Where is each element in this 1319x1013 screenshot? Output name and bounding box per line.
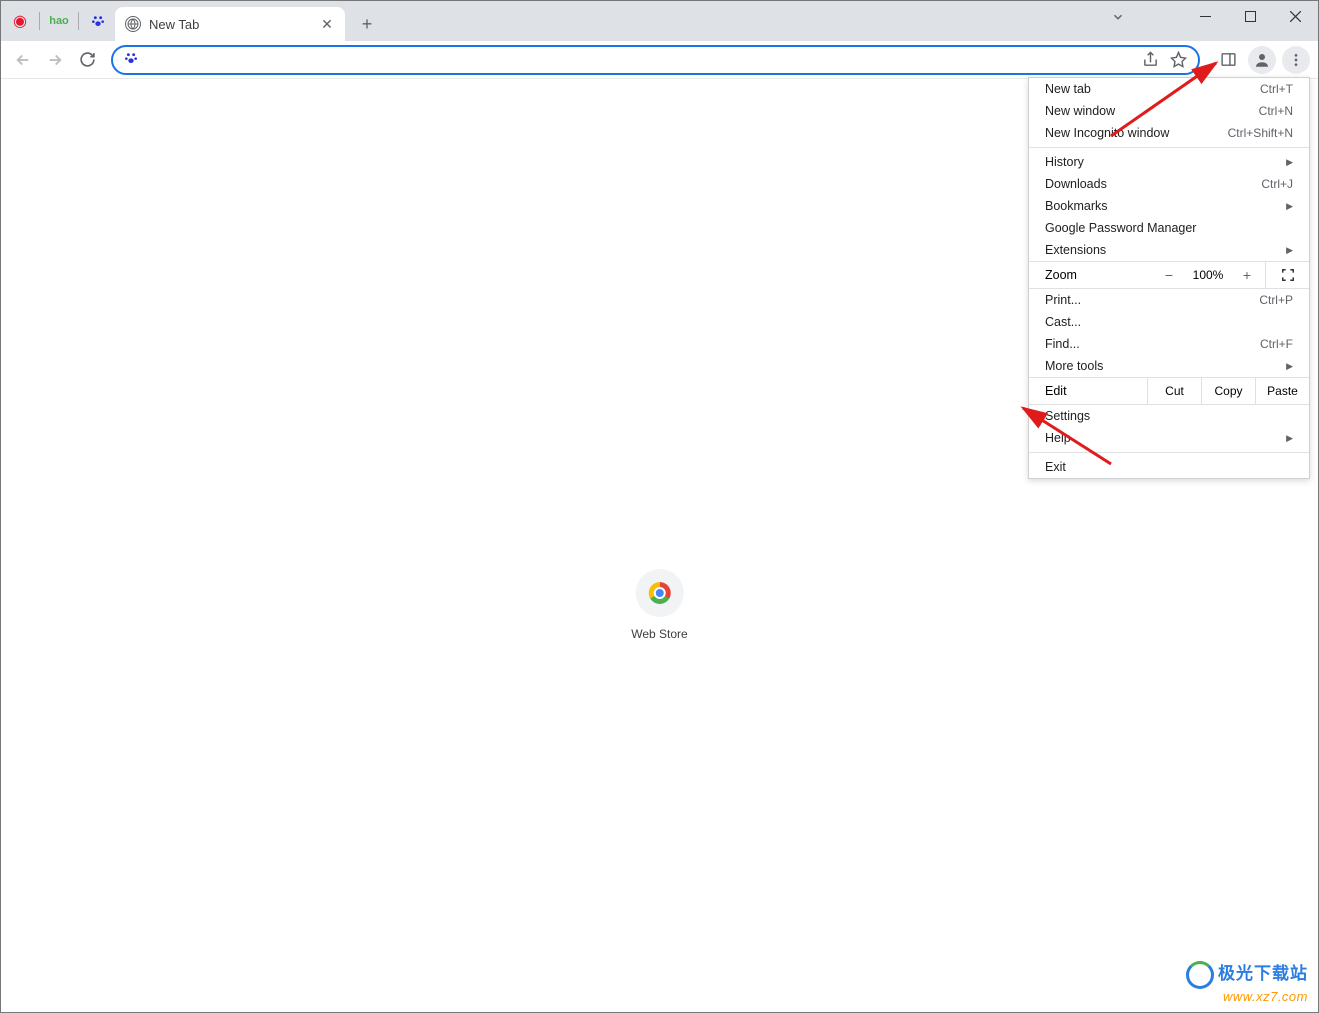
cut-button[interactable]: Cut: [1147, 378, 1201, 404]
menu-settings[interactable]: Settings: [1029, 405, 1309, 427]
menu-more-tools[interactable]: More tools ▶: [1029, 355, 1309, 377]
menu-shortcut: Ctrl+P: [1259, 293, 1293, 307]
menu-label: Cast...: [1045, 315, 1081, 329]
paw-icon: [123, 50, 139, 69]
chevron-right-icon: ▶: [1286, 157, 1293, 168]
chevron-right-icon: ▶: [1286, 201, 1293, 212]
menu-zoom-row: Zoom − 100% +: [1029, 261, 1309, 289]
paste-button[interactable]: Paste: [1255, 378, 1309, 404]
menu-label: History: [1045, 155, 1084, 169]
menu-shortcut: Ctrl+N: [1259, 104, 1293, 118]
menu-label: Exit: [1045, 460, 1066, 474]
zoom-label: Zoom: [1029, 268, 1151, 282]
zoom-out-button[interactable]: −: [1151, 267, 1187, 283]
menu-shortcut: Ctrl+T: [1260, 82, 1293, 96]
menu-label: Help: [1045, 431, 1071, 445]
watermark-url: www.xz7.com: [1186, 989, 1308, 1004]
menu-divider: [1029, 147, 1309, 148]
watermark-brand: 极光下载站: [1186, 959, 1308, 989]
close-window-button[interactable]: [1273, 1, 1318, 31]
menu-shortcut: Ctrl+J: [1261, 177, 1293, 191]
shortcut-label: Web Store: [631, 627, 687, 641]
forward-button[interactable]: [41, 46, 69, 74]
chrome-menu-dropdown: New tab Ctrl+T New window Ctrl+N New Inc…: [1028, 77, 1310, 479]
copy-button[interactable]: Copy: [1201, 378, 1255, 404]
menu-label: Google Password Manager: [1045, 221, 1196, 235]
menu-extensions[interactable]: Extensions ▶: [1029, 239, 1309, 261]
share-icon[interactable]: [1140, 50, 1160, 70]
menu-bookmarks[interactable]: Bookmarks ▶: [1029, 195, 1309, 217]
close-tab-button[interactable]: ✕: [319, 16, 335, 32]
back-button[interactable]: [9, 46, 37, 74]
menu-label: New Incognito window: [1045, 126, 1169, 140]
shortcut-icon-circle: [635, 569, 683, 617]
menu-label: Print...: [1045, 293, 1081, 307]
menu-shortcut: Ctrl+F: [1260, 337, 1293, 351]
menu-label: More tools: [1045, 359, 1103, 373]
paw-icon[interactable]: [89, 12, 107, 30]
menu-cast[interactable]: Cast...: [1029, 311, 1309, 333]
menu-label: Extensions: [1045, 243, 1106, 257]
minimize-button[interactable]: [1183, 1, 1228, 31]
separator: [39, 12, 40, 30]
menu-help[interactable]: Help ▶: [1029, 427, 1309, 449]
maximize-button[interactable]: [1228, 1, 1273, 31]
browser-tab[interactable]: New Tab ✕: [115, 7, 345, 41]
menu-shortcut: Ctrl+Shift+N: [1228, 126, 1293, 140]
titlebar-shortcuts: ◉ hao: [1, 1, 107, 41]
bookmark-star-icon[interactable]: [1168, 50, 1188, 70]
menu-divider: [1029, 452, 1309, 453]
titlebar: ◉ hao New Tab ✕ +: [1, 1, 1318, 41]
search-tabs-button[interactable]: [1102, 5, 1134, 29]
separator: [78, 12, 79, 30]
chevron-right-icon: ▶: [1286, 361, 1293, 372]
menu-find[interactable]: Find... Ctrl+F: [1029, 333, 1309, 355]
toolbar: [1, 41, 1318, 79]
menu-label: Settings: [1045, 409, 1090, 423]
menu-label: Bookmarks: [1045, 199, 1108, 213]
weibo-icon[interactable]: ◉: [11, 12, 29, 30]
url-input[interactable]: [147, 52, 1132, 68]
tab-title: New Tab: [149, 17, 311, 32]
watermark-swirl-icon: [1186, 961, 1214, 989]
zoom-value: 100%: [1187, 268, 1229, 282]
hao-icon[interactable]: hao: [50, 12, 68, 30]
watermark: 极光下载站 www.xz7.com: [1186, 959, 1308, 1004]
menu-print[interactable]: Print... Ctrl+P: [1029, 289, 1309, 311]
side-panel-icon[interactable]: [1214, 46, 1242, 74]
profile-button[interactable]: [1248, 46, 1276, 74]
fullscreen-button[interactable]: [1265, 262, 1309, 288]
chevron-right-icon: ▶: [1286, 433, 1293, 444]
zoom-in-button[interactable]: +: [1229, 267, 1265, 283]
menu-new-tab[interactable]: New tab Ctrl+T: [1029, 78, 1309, 100]
menu-history[interactable]: History ▶: [1029, 151, 1309, 173]
window-controls: [1183, 1, 1318, 31]
menu-label: Downloads: [1045, 177, 1107, 191]
menu-new-window[interactable]: New window Ctrl+N: [1029, 100, 1309, 122]
menu-password-manager[interactable]: Google Password Manager: [1029, 217, 1309, 239]
menu-label: New tab: [1045, 82, 1091, 96]
chrome-menu-button[interactable]: [1282, 46, 1310, 74]
menu-new-incognito[interactable]: New Incognito window Ctrl+Shift+N: [1029, 122, 1309, 144]
menu-exit[interactable]: Exit: [1029, 456, 1309, 478]
chevron-right-icon: ▶: [1286, 245, 1293, 256]
menu-label: Find...: [1045, 337, 1080, 351]
new-tab-button[interactable]: +: [353, 10, 381, 38]
address-bar[interactable]: [111, 45, 1200, 75]
shortcut-web-store[interactable]: Web Store: [631, 569, 687, 641]
chrome-logo-icon: [648, 582, 670, 604]
reload-button[interactable]: [73, 46, 101, 74]
menu-label: New window: [1045, 104, 1115, 118]
globe-icon: [125, 16, 141, 32]
menu-edit-row: Edit Cut Copy Paste: [1029, 377, 1309, 405]
menu-downloads[interactable]: Downloads Ctrl+J: [1029, 173, 1309, 195]
edit-label: Edit: [1029, 384, 1147, 398]
